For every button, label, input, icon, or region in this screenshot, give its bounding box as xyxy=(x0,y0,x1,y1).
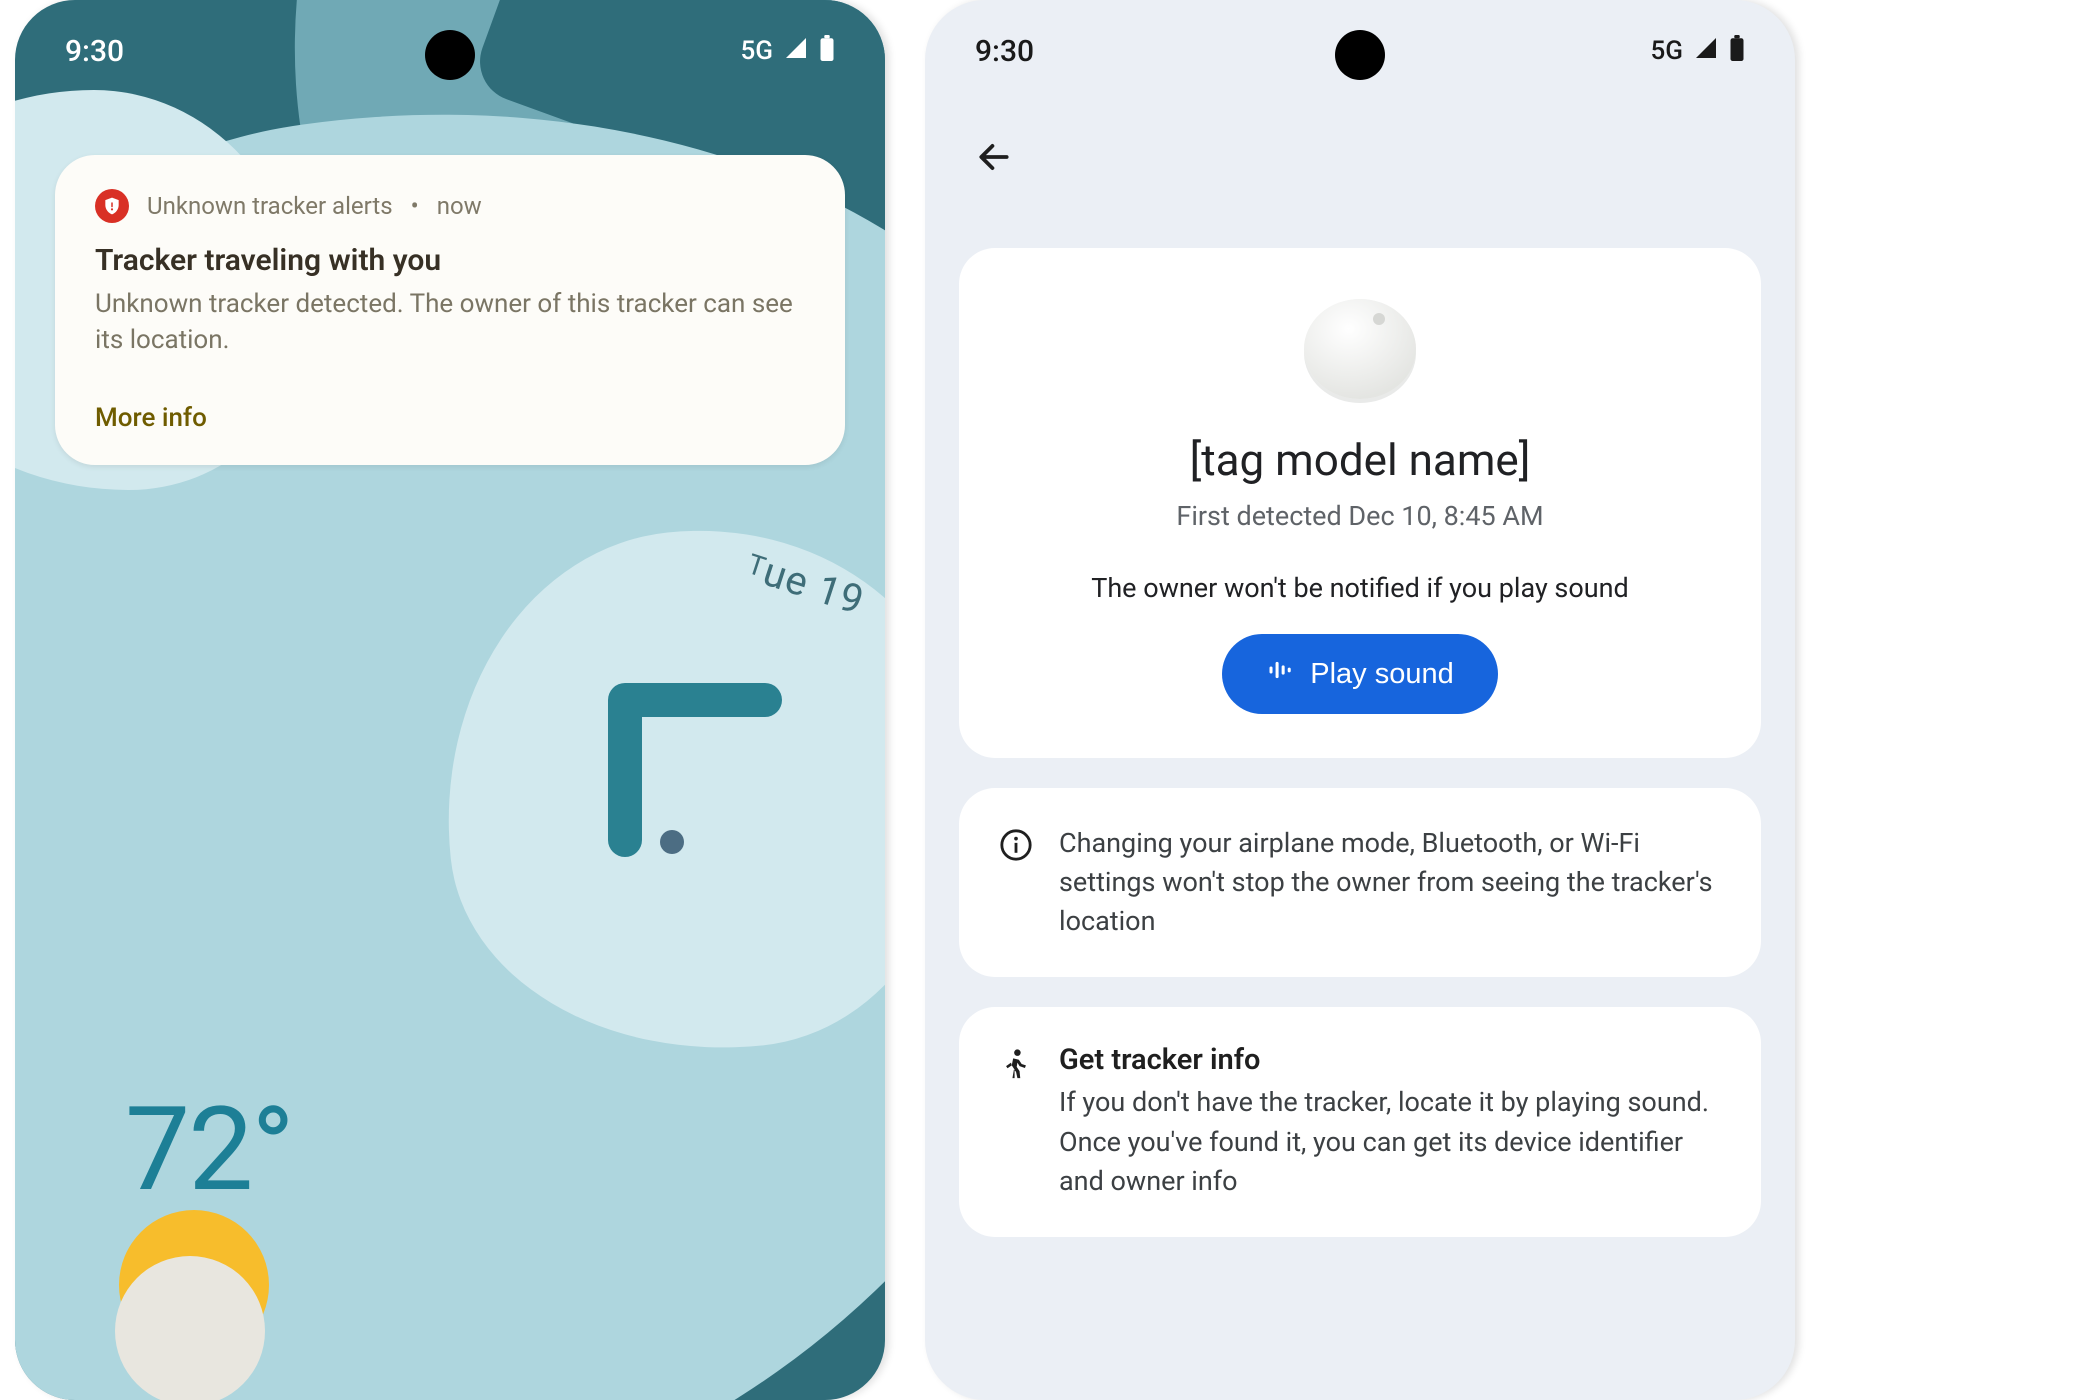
network-label: 5G xyxy=(741,36,774,66)
back-button[interactable] xyxy=(975,138,1013,180)
signal-icon xyxy=(783,36,809,67)
camera-hole xyxy=(1335,30,1385,80)
arrow-left-icon xyxy=(975,138,1013,176)
clock-widget[interactable]: Tue 19 xyxy=(445,520,885,1040)
clock-hand-icon xyxy=(575,640,795,860)
clock-date: Tue 19 xyxy=(741,542,870,624)
info-text: Changing your airplane mode, Bluetooth, … xyxy=(1059,824,1721,941)
tag-image xyxy=(1296,288,1424,416)
camera-hole xyxy=(425,30,475,80)
phone-left: 9:30 5G Unknown tracker alerts • now Tra… xyxy=(15,0,885,1400)
notification-title: Tracker traveling with you xyxy=(95,243,805,278)
status-time: 9:30 xyxy=(975,34,1034,69)
sound-wave-icon xyxy=(1266,656,1294,692)
clock-center-dot xyxy=(660,830,684,854)
info-text: If you don't have the tracker, locate it… xyxy=(1059,1083,1721,1200)
weather-temp: 72° xyxy=(125,1082,293,1218)
play-sound-button[interactable]: Play sound xyxy=(1222,634,1498,714)
notification-time: now xyxy=(437,192,482,220)
notification-header: Unknown tracker alerts • now xyxy=(95,189,805,223)
get-tracker-info-card[interactable]: Get tracker info If you don't have the t… xyxy=(959,1007,1761,1236)
sun-icon xyxy=(119,1210,269,1360)
walking-person-icon xyxy=(999,1047,1033,1081)
status-right: 5G xyxy=(1651,35,1746,68)
info-title: Get tracker info xyxy=(1059,1043,1721,1077)
separator-dot: • xyxy=(411,192,419,220)
tag-first-detected: First detected Dec 10, 8:45 AM xyxy=(1176,500,1543,532)
tag-model-name: [tag model name] xyxy=(1190,434,1531,486)
tracker-notification[interactable]: Unknown tracker alerts • now Tracker tra… xyxy=(55,155,845,465)
status-right: 5G xyxy=(741,35,836,68)
tag-privacy-note: The owner won't be notified if you play … xyxy=(1091,572,1629,604)
more-info-button[interactable]: More info xyxy=(95,403,207,433)
network-label: 5G xyxy=(1651,36,1684,66)
phone-right: 9:30 5G xyxy=(925,0,1795,1400)
tag-card: [tag model name] First detected Dec 10, … xyxy=(959,248,1761,758)
alert-shield-icon xyxy=(95,189,129,223)
battery-icon xyxy=(819,35,835,68)
status-time: 9:30 xyxy=(65,34,124,69)
signal-icon xyxy=(1693,36,1719,67)
info-icon xyxy=(999,828,1033,862)
notification-body: Unknown tracker detected. The owner of t… xyxy=(95,286,805,359)
tracker-detail-screen: [tag model name] First detected Dec 10, … xyxy=(925,0,1795,1400)
info-card-settings: Changing your airplane mode, Bluetooth, … xyxy=(959,788,1761,977)
play-sound-label: Play sound xyxy=(1310,658,1454,691)
weather-widget[interactable]: 72° xyxy=(125,1082,293,1360)
notification-app: Unknown tracker alerts xyxy=(147,192,393,220)
battery-icon xyxy=(1729,35,1745,68)
